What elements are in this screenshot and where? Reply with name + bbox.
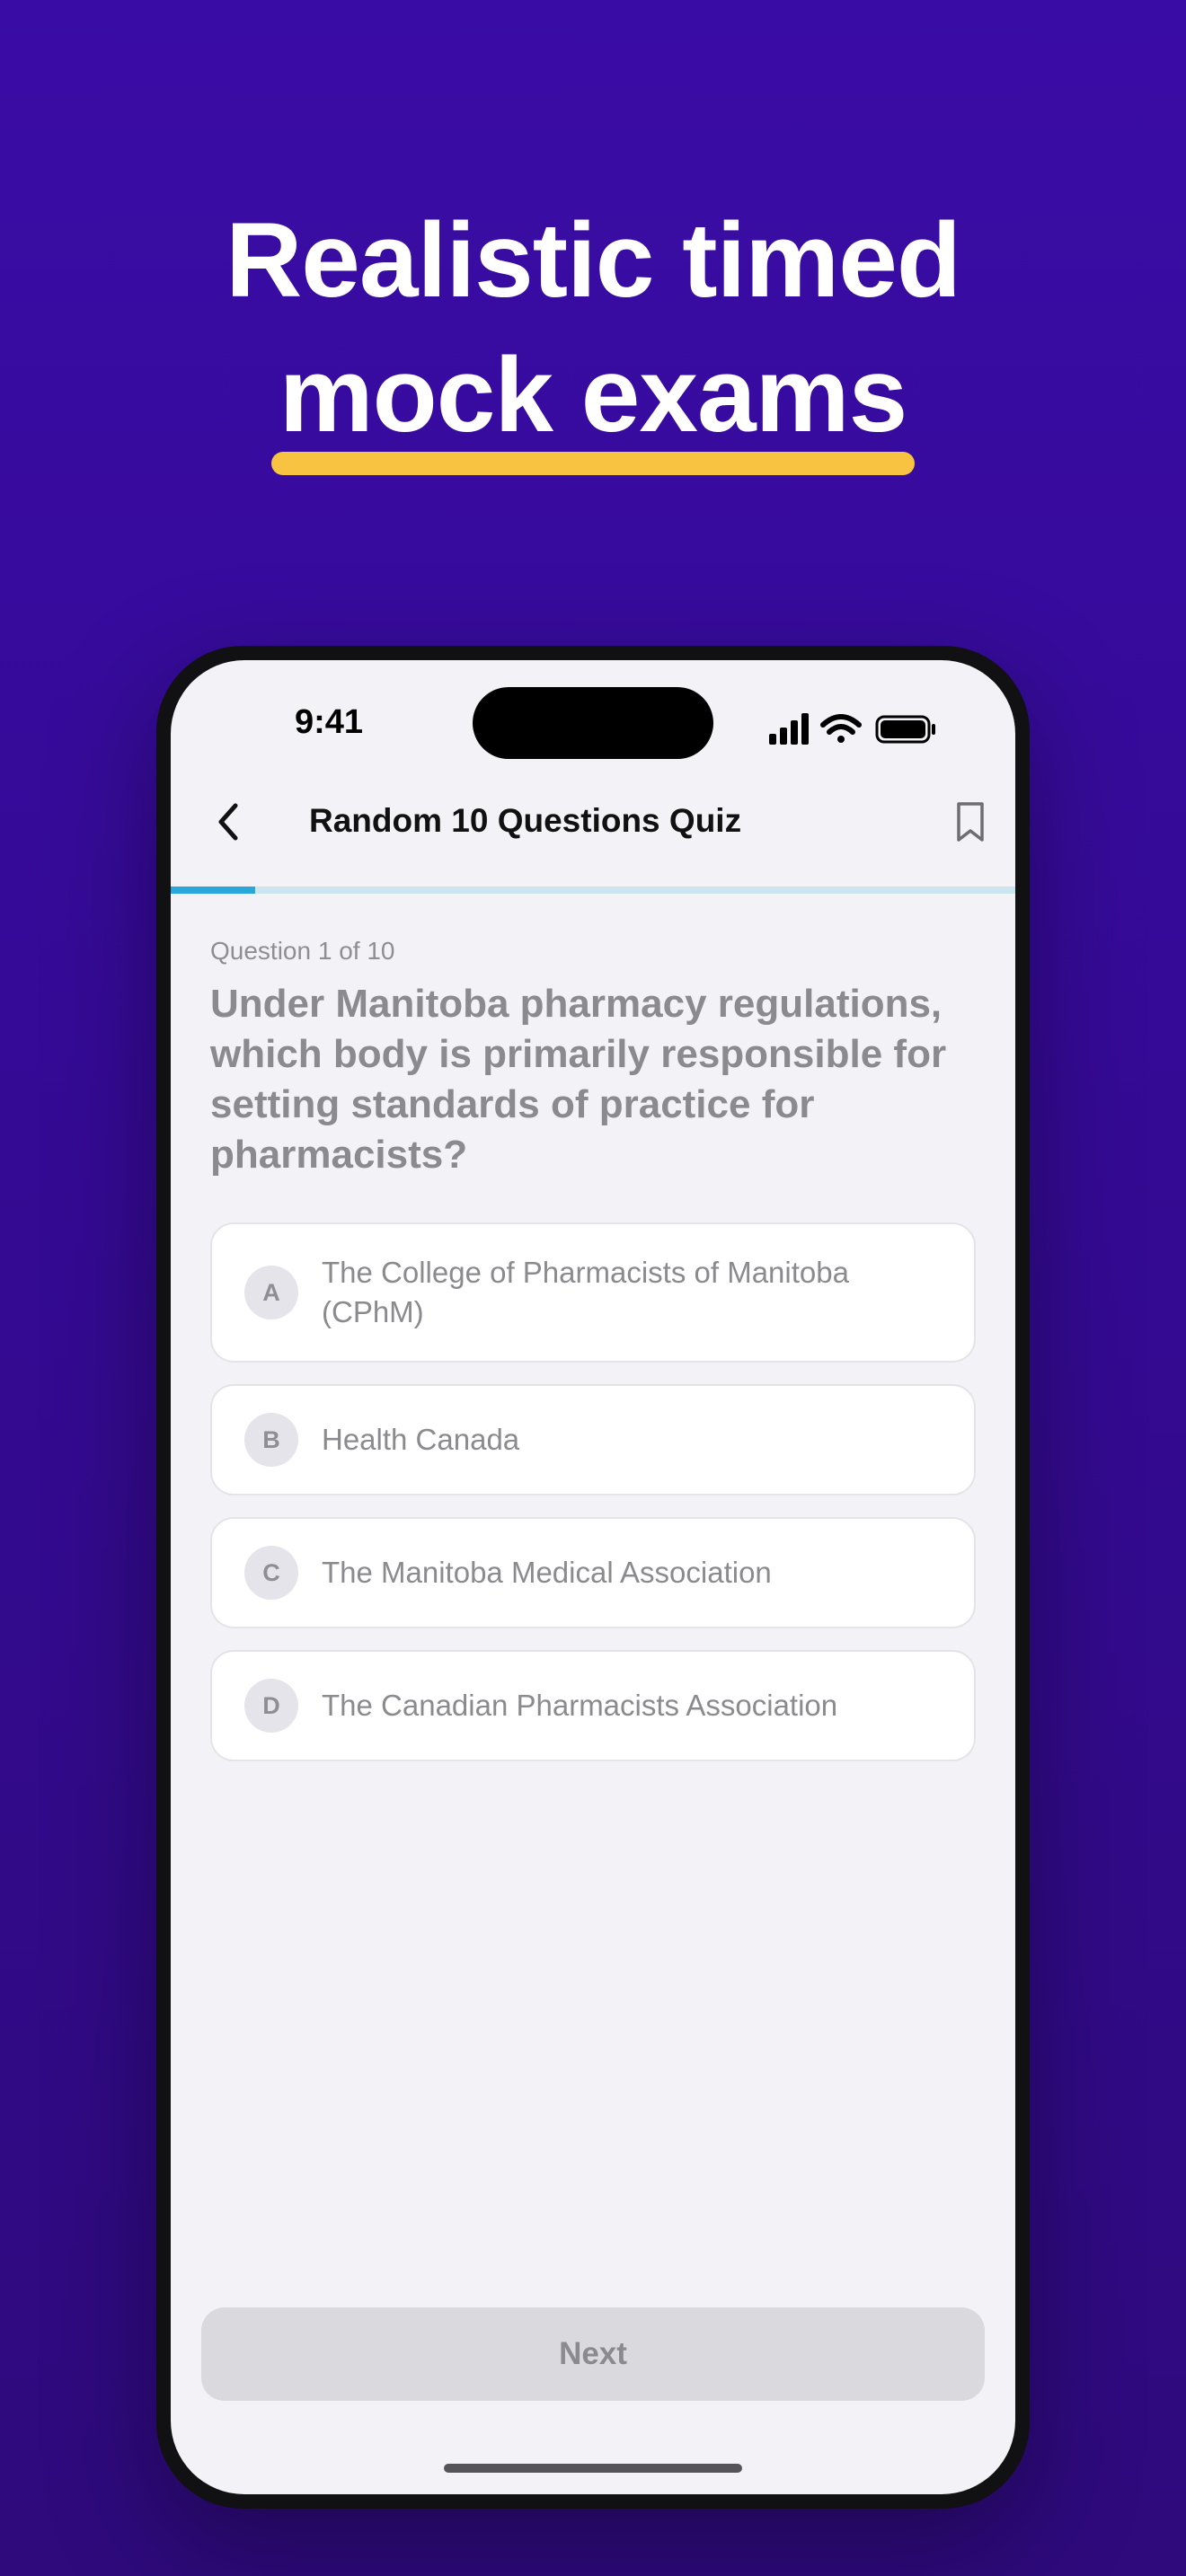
marketing-headline: Realistic timed mock exams [0, 193, 1186, 463]
home-indicator [444, 2464, 742, 2473]
option-text: The College of Pharmacists of Manitoba (… [322, 1256, 849, 1328]
answer-option-b[interactable]: B Health Canada [210, 1384, 976, 1495]
option-letter-badge: B [244, 1413, 298, 1467]
phone-screen: 9:41 Random 10 Questions Quiz Question 1… [171, 660, 1015, 2494]
answer-option-a[interactable]: A The College of Pharmacists of Manitoba… [210, 1222, 976, 1363]
option-text: The Canadian Pharmacists Association [322, 1689, 838, 1722]
answer-option-c[interactable]: C The Manitoba Medical Association [210, 1517, 976, 1628]
wifi-icon [820, 714, 862, 743]
option-text: Health Canada [322, 1423, 520, 1456]
quiz-progress-bar [171, 887, 1015, 894]
chevron-left-icon[interactable] [205, 797, 255, 847]
bookmark-icon[interactable] [945, 797, 996, 847]
question-counter: Question 1 of 10 [210, 937, 395, 965]
nav-title: Random 10 Questions Quiz [309, 802, 742, 839]
headline-underline [271, 452, 915, 475]
answer-options: A The College of Pharmacists of Manitoba… [210, 1222, 976, 1783]
quiz-progress-fill [171, 887, 255, 894]
next-button[interactable]: Next [201, 2307, 985, 2401]
status-icons [769, 713, 935, 745]
headline-line-1: Realistic timed [226, 201, 961, 320]
question-text: Under Manitoba pharmacy regulations, whi… [210, 982, 947, 1177]
option-letter-badge: C [244, 1546, 298, 1600]
option-text: The Manitoba Medical Association [322, 1556, 772, 1589]
option-letter-badge: A [244, 1266, 298, 1319]
headline-line-2: mock exams [279, 336, 907, 454]
cellular-signal-icon [769, 713, 809, 745]
status-time: 9:41 [295, 703, 364, 741]
dynamic-island [473, 687, 713, 759]
battery-icon [875, 715, 935, 744]
answer-option-d[interactable]: D The Canadian Pharmacists Association [210, 1650, 976, 1761]
option-letter-badge: D [244, 1679, 298, 1733]
